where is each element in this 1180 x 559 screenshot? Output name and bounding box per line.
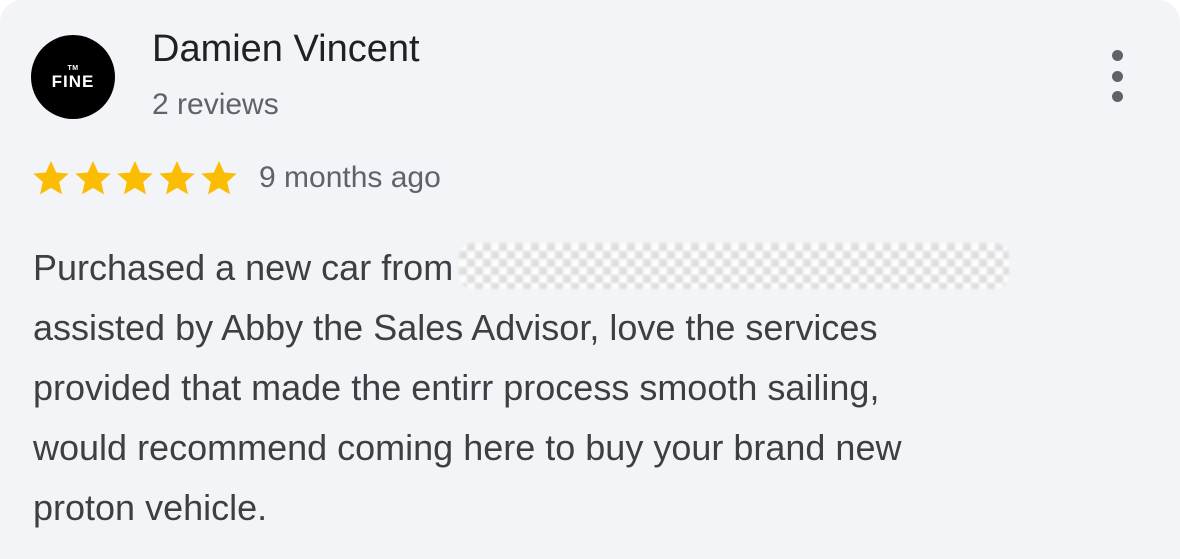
reviewer-name[interactable]: Damien Vincent [152, 26, 420, 72]
star-icon [159, 161, 195, 195]
review-text: Purchased a new car from assisted by Abb… [33, 238, 1153, 538]
avatar[interactable]: TM FINE [31, 35, 115, 119]
review-text-line-3: provided that made the entirr process sm… [33, 367, 880, 408]
review-card: TM FINE Damien Vincent 2 reviews 9 month… [0, 0, 1180, 559]
review-text-line-1-text: Purchased a new car from [33, 247, 454, 288]
review-time: 9 months ago [259, 161, 441, 194]
review-text-line-5: proton vehicle. [33, 487, 268, 528]
redacted-dealer-name [459, 243, 1010, 290]
more-vert-icon-dot-2 [1111, 70, 1123, 82]
star-icon [33, 161, 69, 195]
avatar-logo-text: FINE [51, 71, 95, 91]
review-text-line-2: assisted by Abby the Sales Advisor, love… [33, 307, 878, 348]
star-icon [75, 161, 111, 195]
review-text-line-4: would recommend coming here to buy your … [33, 427, 902, 468]
more-vert-icon-dot-1 [1111, 50, 1123, 61]
more-vert-icon-dot-3 [1111, 91, 1123, 102]
more-options-button[interactable] [1102, 50, 1132, 102]
review-text-line-1: Purchased a new car from [33, 238, 1153, 298]
reviewer-review-count[interactable]: 2 reviews [152, 86, 279, 124]
star-icon [201, 161, 237, 195]
avatar-trademark: TM [67, 64, 79, 72]
star-icon [117, 161, 153, 195]
star-rating [31, 158, 239, 198]
